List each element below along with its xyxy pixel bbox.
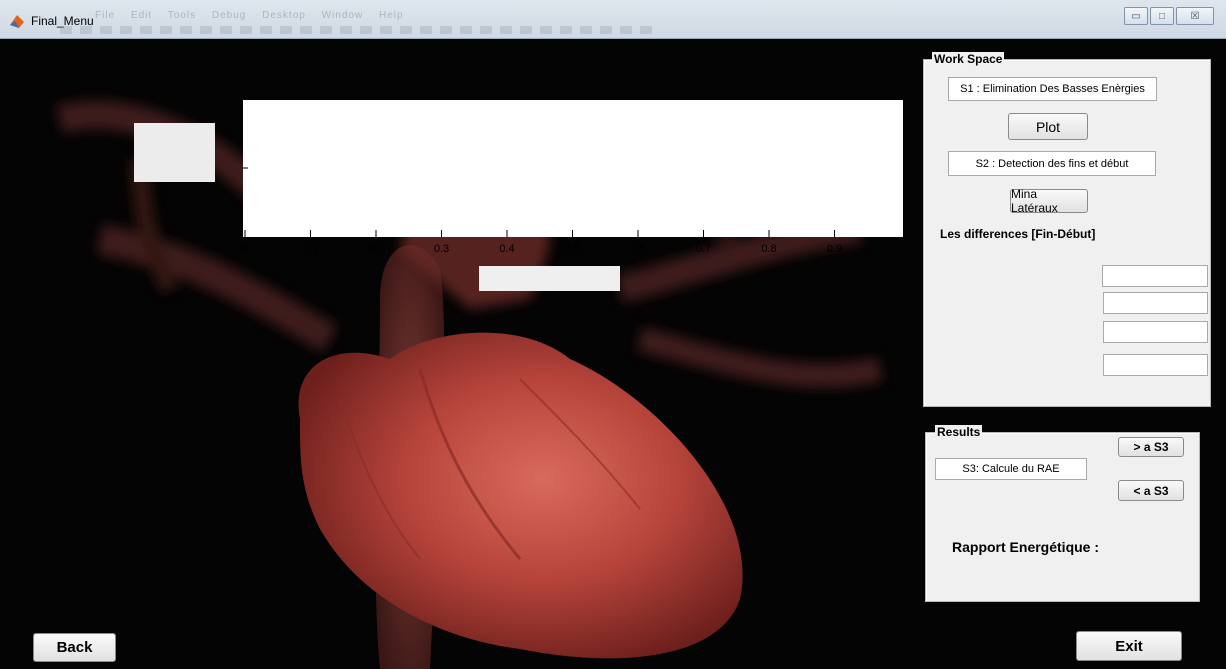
diff-field-2[interactable] bbox=[1103, 292, 1208, 314]
x-tick-label: 0.2 bbox=[368, 243, 384, 255]
x-tick-label: 0.3 bbox=[433, 243, 450, 255]
workspace-title: Work Space bbox=[932, 52, 1005, 66]
mina-lateraux-button[interactable]: Mina Latéraux bbox=[1010, 187, 1088, 215]
x-tick-label: 0.1 bbox=[302, 243, 319, 255]
diff-field-4[interactable] bbox=[1103, 354, 1208, 376]
diff-field-1[interactable] bbox=[1102, 265, 1208, 287]
differences-label: Les differences [Fin-Début] bbox=[940, 227, 1096, 241]
matlab-icon bbox=[10, 15, 24, 28]
toolbar bbox=[60, 26, 660, 34]
menu-tools[interactable]: Tools bbox=[168, 10, 196, 21]
back-button[interactable]: Back bbox=[33, 633, 116, 662]
x-tick-label: 0.8 bbox=[761, 243, 777, 255]
s2-label-field: S2 : Detection des fins et début bbox=[948, 151, 1156, 176]
x-tick-label: 0 bbox=[241, 243, 249, 255]
ratio-label: Rapport Energétique : bbox=[952, 539, 1100, 555]
x-tick-label: 0.6 bbox=[630, 243, 646, 255]
window-controls: ▭ □ ☒ bbox=[1122, 7, 1214, 25]
minimize-button[interactable]: ▭ bbox=[1124, 7, 1148, 25]
menu-help[interactable]: Help bbox=[379, 10, 404, 21]
menu-bar: File Edit Tools Debug Desktop Window Hel… bbox=[95, 10, 416, 21]
prev-s3-button[interactable]: < a S3 bbox=[1118, 480, 1184, 501]
left-blank-panel bbox=[134, 123, 215, 182]
menu-window[interactable]: Window bbox=[322, 10, 364, 21]
plot-button[interactable]: Plot bbox=[1008, 113, 1088, 140]
menu-desktop[interactable]: Desktop bbox=[262, 10, 306, 21]
plot-axes[interactable] bbox=[243, 100, 903, 237]
x-tick-label: 0.5 bbox=[564, 243, 581, 255]
title-bar: Final_Menu File Edit Tools Debug Desktop… bbox=[0, 0, 1226, 39]
exit-button[interactable]: Exit bbox=[1076, 631, 1182, 661]
close-button[interactable]: ☒ bbox=[1176, 7, 1214, 25]
menu-file[interactable]: File bbox=[95, 10, 115, 21]
x-tick-label: 0.9 bbox=[826, 243, 843, 255]
s3-label-field: S3: Calcule du RAE bbox=[935, 458, 1087, 480]
next-s3-button[interactable]: > a S3 bbox=[1118, 437, 1184, 457]
results-title: Results bbox=[935, 425, 983, 439]
x-tick-label: 0.7 bbox=[695, 243, 712, 255]
diff-field-3[interactable] bbox=[1103, 321, 1208, 343]
s1-label-field: S1 : Elimination Des Basses Enèrgies bbox=[948, 77, 1157, 101]
x-tick-label: 0.4 bbox=[499, 243, 515, 255]
result-display-box bbox=[479, 266, 620, 291]
maximize-button[interactable]: □ bbox=[1150, 7, 1174, 25]
menu-debug[interactable]: Debug bbox=[212, 10, 246, 21]
menu-edit[interactable]: Edit bbox=[131, 10, 152, 21]
